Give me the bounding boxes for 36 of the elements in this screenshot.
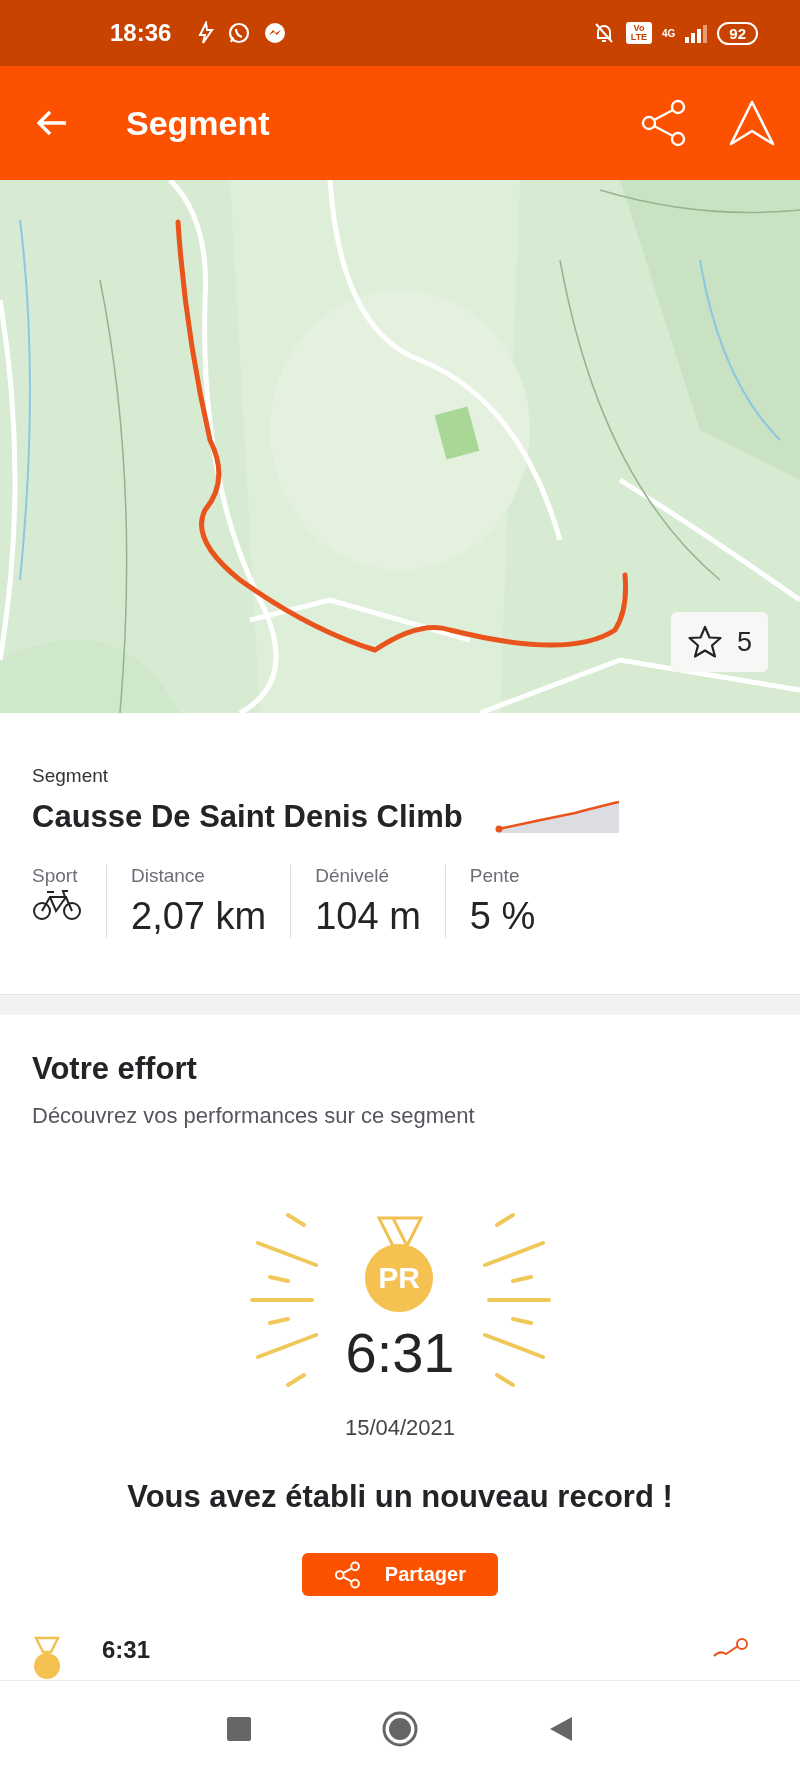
stat-value: 5 % bbox=[469, 895, 536, 938]
segment-name: Causse De Saint Denis Climb bbox=[32, 799, 463, 835]
record-message: Vous avez établi un nouveau record ! bbox=[126, 1479, 674, 1515]
network-label: 4G bbox=[661, 27, 676, 39]
page-title: Segment bbox=[126, 103, 270, 143]
stat-label: Dénivelé bbox=[315, 865, 391, 887]
share-icon[interactable] bbox=[640, 98, 688, 148]
effort-time: 6:31 bbox=[102, 1636, 151, 1664]
stat-value: 2,07 km bbox=[131, 895, 267, 938]
volte-label: Vo LTE bbox=[625, 22, 652, 44]
chat-icon bbox=[227, 21, 252, 45]
bicycle-icon bbox=[32, 887, 82, 921]
navigation-icon[interactable] bbox=[728, 99, 776, 147]
section-label: Segment bbox=[32, 765, 110, 787]
stat-label: Distance bbox=[131, 865, 206, 887]
share-icon bbox=[334, 1559, 361, 1590]
stat-label: Sport bbox=[32, 865, 79, 887]
bolt-icon bbox=[197, 21, 216, 45]
pr-medal: PR bbox=[365, 1243, 433, 1312]
favorite-button[interactable]: 5 bbox=[670, 612, 768, 672]
stat-label: Pente bbox=[469, 865, 521, 887]
section-title: Votre effort bbox=[32, 1051, 198, 1087]
back-button[interactable] bbox=[548, 1715, 574, 1743]
medal-icon bbox=[32, 1636, 62, 1680]
home-button[interactable] bbox=[382, 1711, 418, 1747]
star-count: 5 bbox=[736, 626, 752, 658]
section-subtitle: Découvrez vos performances sur ce segment bbox=[32, 1103, 476, 1129]
effort-time: 6:31 bbox=[345, 1319, 455, 1385]
recents-button[interactable] bbox=[226, 1716, 252, 1742]
status-time: 18:36 bbox=[110, 19, 172, 47]
star-icon bbox=[686, 624, 723, 660]
messenger-icon bbox=[263, 21, 288, 45]
signal-icon bbox=[685, 23, 708, 43]
effort-date: 15/04/2021 bbox=[343, 1415, 457, 1441]
battery-level: 92 bbox=[717, 21, 758, 45]
stat-value: 104 m bbox=[315, 895, 421, 938]
